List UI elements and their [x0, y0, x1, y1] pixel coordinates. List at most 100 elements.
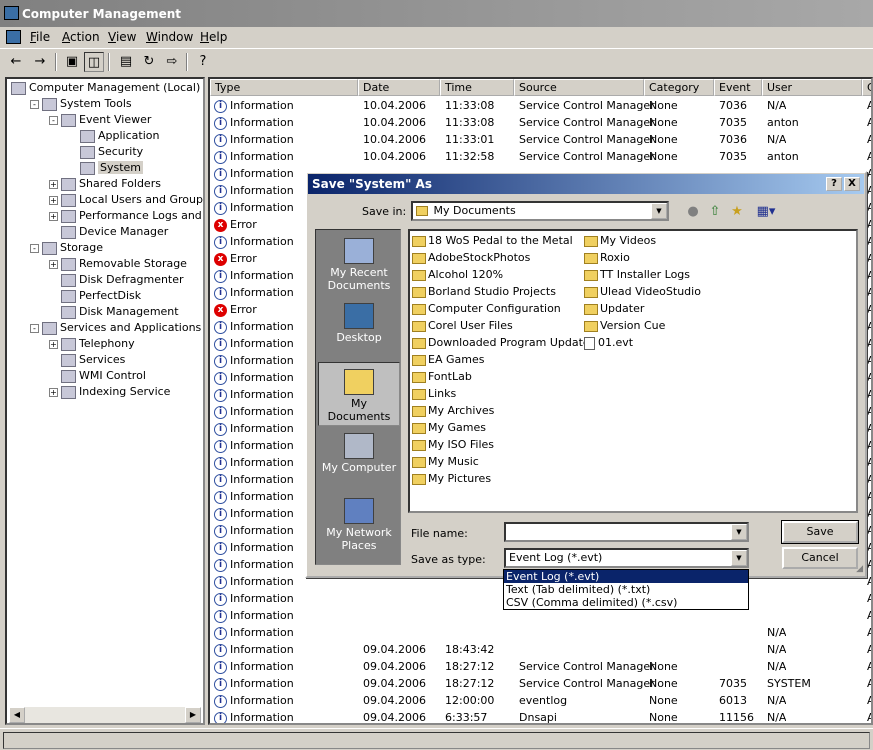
save-as-type-select[interactable]: Event Log (*.evt) ▼ — [504, 548, 749, 568]
tree-item-storage[interactable]: - Storage — [30, 240, 103, 256]
file-item[interactable]: Borland Studio Projects — [412, 283, 556, 300]
file-item[interactable]: My Videos — [584, 232, 656, 249]
save-button[interactable]: Save — [781, 520, 859, 544]
collapse-icon[interactable]: - — [30, 99, 39, 109]
tree-item-application[interactable]: Application — [68, 128, 159, 144]
dialog-help-button[interactable]: ? — [826, 177, 842, 191]
properties-icon[interactable]: ▤ — [116, 52, 136, 72]
file-item[interactable]: 01.evt — [584, 334, 633, 351]
file-item[interactable]: EA Games — [412, 351, 484, 368]
tree-item-services-and-applications[interactable]: - Services and Applications — [30, 320, 201, 336]
expand-icon[interactable]: + — [49, 339, 58, 349]
back-arrow-icon[interactable]: ← — [6, 52, 26, 72]
up-folder-icon[interactable]: ⇧ — [705, 202, 725, 222]
tree-item-disk-management[interactable]: Disk Management — [49, 304, 179, 320]
file-item[interactable]: Links — [412, 385, 456, 402]
table-row[interactable]: i Information 09.04.2006 18:27:12 Service Co… — [210, 658, 871, 675]
show-hide-tree-icon[interactable]: ◫ — [84, 52, 104, 72]
expand-icon[interactable]: + — [49, 259, 58, 269]
file-item[interactable]: 18 WoS Pedal to the Metal — [412, 232, 573, 249]
up-level-icon[interactable]: ▣ — [62, 52, 82, 72]
tree-item-security[interactable]: Security — [68, 144, 143, 160]
export-list-icon[interactable]: ⇨ — [162, 52, 182, 72]
file-name-input[interactable]: ▼ — [504, 522, 749, 542]
collapse-icon[interactable]: - — [49, 115, 58, 125]
console-tree[interactable]: Computer Management (Local) - System Tools… — [5, 77, 205, 725]
resize-grip-icon[interactable]: ◢ — [856, 564, 863, 574]
menu-file[interactable]: File — [30, 30, 50, 44]
dialog-close-button[interactable]: X — [844, 177, 860, 191]
tree-item-performance-logs-and-alerts[interactable]: + Performance Logs and Alerts — [49, 208, 203, 224]
place-my-computer[interactable]: My Computer — [318, 427, 400, 491]
column-header-c[interactable]: C — [862, 79, 871, 96]
tree-item-computer-management-local-[interactable]: Computer Management (Local) — [11, 80, 200, 96]
menu-view[interactable]: View — [108, 30, 136, 44]
chevron-down-icon[interactable]: ▼ — [731, 524, 747, 540]
type-option-evt[interactable]: Event Log (*.evt) — [504, 570, 748, 583]
cancel-button[interactable]: Cancel — [782, 547, 858, 569]
scroll-left-icon[interactable]: ◀ — [9, 707, 25, 723]
file-item[interactable]: Ulead VideoStudio — [584, 283, 701, 300]
tree-item-removable-storage[interactable]: + Removable Storage — [49, 256, 187, 272]
help-icon[interactable]: ? — [193, 52, 213, 72]
save-in-combo[interactable]: My Documents ▼ — [411, 201, 669, 221]
type-option-csv[interactable]: CSV (Comma delimited) (*.csv) — [504, 596, 748, 609]
table-row[interactable]: i Information 09.04.2006 18:27:12 Service Co… — [210, 675, 871, 692]
column-header-time[interactable]: Time — [440, 79, 514, 96]
view-menu-icon[interactable]: ▦▾ — [753, 202, 779, 222]
file-item[interactable]: My Music — [412, 453, 479, 470]
tree-horizontal-scrollbar[interactable]: ◀ ▶ — [9, 707, 201, 723]
table-row[interactable]: i Information 10.04.2006 11:33:01 Service Co… — [210, 131, 871, 148]
menu-help[interactable]: Help — [200, 30, 227, 44]
tree-item-telephony[interactable]: + Telephony — [49, 336, 135, 352]
place-my-network-places[interactable]: My Network Places — [318, 492, 400, 556]
column-header-category[interactable]: Category — [644, 79, 714, 96]
tree-item-perfectdisk[interactable]: PerfectDisk — [49, 288, 141, 304]
menu-action[interactable]: Action — [62, 30, 100, 44]
tree-item-indexing-service[interactable]: + Indexing Service — [49, 384, 170, 400]
table-row[interactable]: iInformation 09.04.2006 18:43:42 N/A A — [210, 641, 871, 658]
file-item[interactable]: AdobeStockPhotos — [412, 249, 530, 266]
file-item[interactable]: My ISO Files — [412, 436, 494, 453]
file-item[interactable]: Computer Configuration — [412, 300, 561, 317]
forward-arrow-icon[interactable]: → — [30, 52, 50, 72]
column-header-date[interactable]: Date — [358, 79, 440, 96]
file-item[interactable]: Roxio — [584, 249, 630, 266]
table-row[interactable]: i Information 10.04.2006 11:33:08 Service Co… — [210, 97, 871, 114]
tree-item-event-viewer[interactable]: - Event Viewer — [49, 112, 151, 128]
table-row[interactable]: iInformation N/A A — [210, 624, 871, 641]
tree-item-services[interactable]: Services — [49, 352, 125, 368]
column-header-type[interactable]: Type — [210, 79, 358, 96]
expand-icon[interactable]: + — [49, 179, 58, 189]
collapse-icon[interactable]: - — [30, 323, 39, 333]
file-item[interactable]: My Pictures — [412, 470, 491, 487]
expand-icon[interactable]: + — [49, 195, 58, 205]
table-row[interactable]: i Information 09.04.2006 12:00:00 eventlog No… — [210, 692, 871, 709]
type-option-txt[interactable]: Text (Tab delimited) (*.txt) — [504, 583, 748, 596]
file-item[interactable]: TT Installer Logs — [584, 266, 690, 283]
table-row[interactable]: i Information 10.04.2006 11:33:08 Service Co… — [210, 114, 871, 131]
menu-window[interactable]: Window — [146, 30, 193, 44]
column-header-event[interactable]: Event — [714, 79, 762, 96]
scroll-right-icon[interactable]: ▶ — [185, 707, 201, 723]
file-item[interactable]: Downloaded Program Updates — [412, 334, 595, 351]
chevron-down-icon[interactable]: ▼ — [651, 203, 667, 219]
refresh-icon[interactable]: ↻ — [139, 52, 159, 72]
tree-item-wmi-control[interactable]: WMI Control — [49, 368, 146, 384]
file-item[interactable]: My Games — [412, 419, 486, 436]
new-folder-icon[interactable]: ★ — [727, 202, 747, 222]
column-header-source[interactable]: Source — [514, 79, 644, 96]
collapse-icon[interactable]: - — [30, 243, 39, 253]
file-item[interactable]: Corel User Files — [412, 317, 513, 334]
expand-icon[interactable]: + — [49, 387, 58, 397]
tree-item-local-users-and-groups[interactable]: + Local Users and Groups — [49, 192, 203, 208]
place-desktop[interactable]: Desktop — [318, 297, 400, 361]
tree-item-disk-defragmenter[interactable]: Disk Defragmenter — [49, 272, 184, 288]
file-item[interactable]: Updater — [584, 300, 644, 317]
table-row[interactable]: i Information 09.04.2006 6:33:57 Dnsapi None 1… — [210, 709, 871, 723]
mmc-icon[interactable] — [6, 30, 21, 44]
tree-item-shared-folders[interactable]: + Shared Folders — [49, 176, 161, 192]
place-my-recent-documents[interactable]: My Recent Documents — [318, 232, 400, 296]
tree-item-system[interactable]: System — [68, 160, 144, 176]
table-row[interactable]: i Information 10.04.2006 11:32:58 Service Co… — [210, 148, 871, 165]
